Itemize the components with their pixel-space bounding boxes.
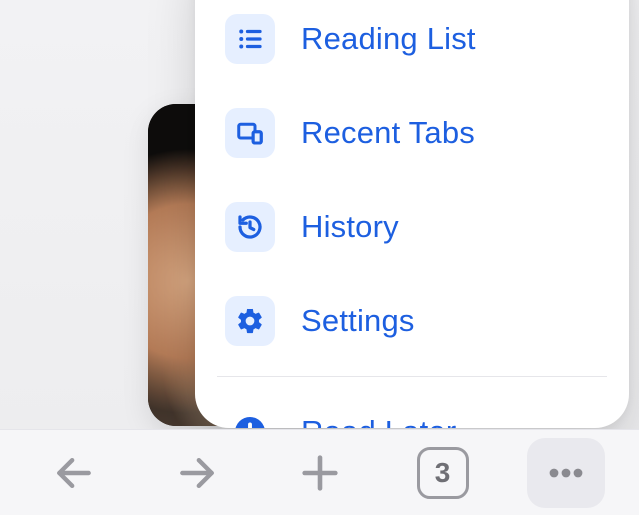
more-horizontal-icon (542, 449, 590, 497)
tabs-count-value: 3 (435, 457, 451, 489)
new-tab-button[interactable] (281, 438, 359, 508)
add-circle-icon (225, 407, 275, 428)
overflow-menu-popover: Reading List Recent Tabs (195, 0, 629, 428)
back-button[interactable] (35, 438, 113, 508)
menu-item-label: Settings (301, 303, 415, 339)
tabs-count-badge: 3 (417, 447, 469, 499)
menu-item-reading-list[interactable]: Reading List (195, 0, 629, 86)
overflow-menu-button[interactable] (527, 438, 605, 508)
menu-item-label: History (301, 209, 399, 245)
menu-item-settings[interactable]: Settings (195, 274, 629, 368)
menu-item-history[interactable]: History (195, 180, 629, 274)
menu-separator (217, 376, 607, 377)
forward-button[interactable] (158, 438, 236, 508)
bottom-toolbar: 3 (0, 429, 639, 515)
plus-icon (297, 450, 343, 496)
reading-list-icon (225, 14, 275, 64)
menu-item-read-later[interactable]: Read Later (195, 385, 629, 428)
screen: Reading List Recent Tabs (0, 0, 639, 515)
menu-item-label: Reading List (301, 21, 476, 57)
arrow-right-icon (175, 451, 219, 495)
arrow-left-icon (52, 451, 96, 495)
menu-item-label: Recent Tabs (301, 115, 475, 151)
menu-item-label: Read Later (301, 414, 456, 428)
history-icon (225, 202, 275, 252)
menu-item-recent-tabs[interactable]: Recent Tabs (195, 86, 629, 180)
tabs-button[interactable]: 3 (404, 438, 482, 508)
gear-icon (225, 296, 275, 346)
recent-tabs-icon (225, 108, 275, 158)
overflow-menu-list: Reading List Recent Tabs (195, 0, 629, 428)
